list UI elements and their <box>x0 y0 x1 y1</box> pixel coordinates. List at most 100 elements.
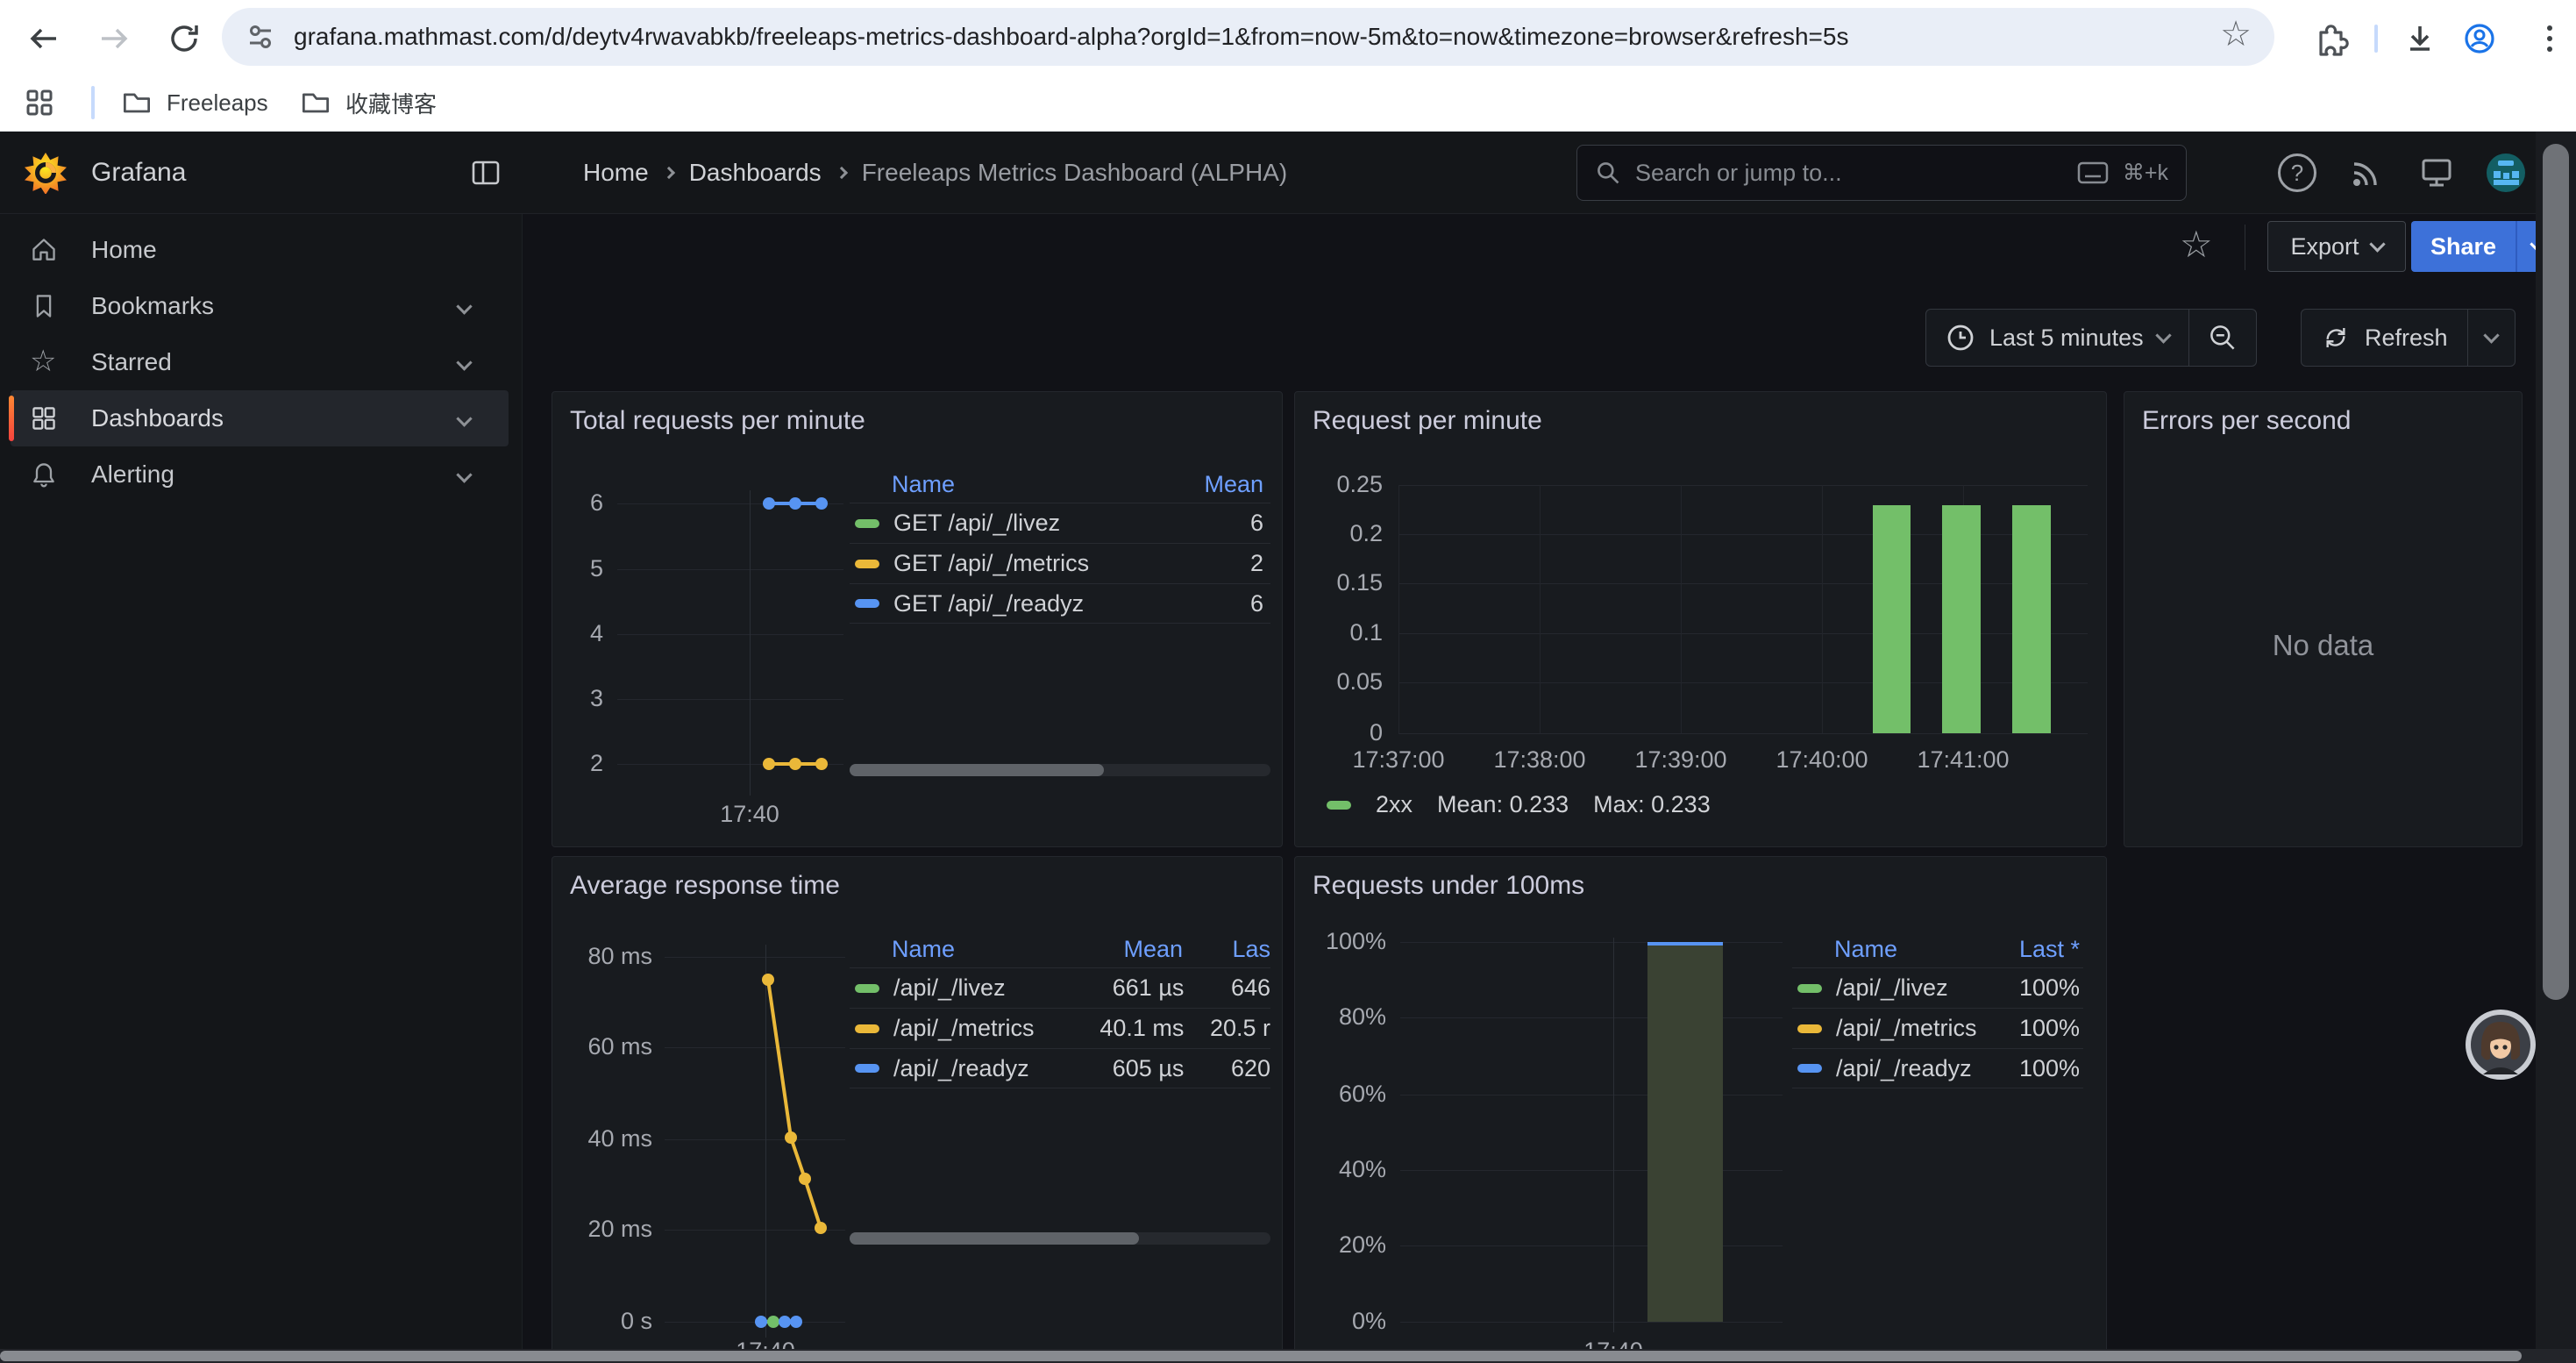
reload-icon[interactable] <box>165 19 203 58</box>
gridline <box>1398 633 2088 634</box>
series-name: /api/_/livez <box>1836 974 1948 1002</box>
url-bar[interactable]: grafana.mathmast.com/d/deytv4rwavabkb/fr… <box>222 8 2274 66</box>
legend-row[interactable]: GET /api/_/livez 6 <box>850 503 1270 543</box>
time-range-picker[interactable]: Last 5 minutes <box>1926 310 2188 366</box>
bar-2xx <box>2012 505 2051 733</box>
legend-header-mean[interactable]: Mean <box>1204 471 1263 498</box>
download-icon[interactable] <box>2401 19 2439 58</box>
panel-title[interactable]: Requests under 100ms <box>1313 871 1584 901</box>
kiosk-monitor-icon[interactable] <box>2417 153 2456 192</box>
series-last: 100% <box>2019 974 2080 1002</box>
x-tick: 17:39:00 <box>1611 746 1751 774</box>
star-icon: ☆ <box>30 348 58 376</box>
sidebar-item-starred[interactable]: ☆ Starred <box>11 334 509 390</box>
url-text[interactable]: grafana.mathmast.com/d/deytv4rwavabkb/fr… <box>294 23 2202 51</box>
x-tick: 17:40:00 <box>1752 746 1892 774</box>
legend-header-name[interactable]: Name <box>892 936 1086 963</box>
legend-scrollbar-thumb[interactable] <box>850 764 1104 776</box>
series-swatch <box>1327 801 1351 810</box>
series-swatch <box>1797 1064 1822 1073</box>
legend-header-mean[interactable]: Mean <box>1086 936 1183 963</box>
search-box[interactable]: Search or jump to... ⌘+k <box>1576 145 2187 201</box>
dashboards-grid-icon <box>30 404 58 432</box>
back-icon[interactable] <box>25 19 63 58</box>
tune-icon[interactable] <box>243 19 278 54</box>
legend-row[interactable]: /api/_/metrics 100% <box>1792 1008 2083 1048</box>
floating-assistant-avatar[interactable] <box>2466 1010 2536 1080</box>
gridline <box>1540 485 1541 733</box>
y-tick: 20% <box>1295 1231 1386 1259</box>
export-button[interactable]: Export <box>2267 221 2406 272</box>
y-tick: 40% <box>1295 1156 1386 1183</box>
grafana-logo[interactable] <box>25 152 67 194</box>
chevron-down-icon[interactable] <box>456 298 472 314</box>
grafana-header: Grafana Home Dashboards Freeleaps Metric… <box>0 132 2576 214</box>
panel-title[interactable]: Request per minute <box>1313 406 1542 436</box>
profile-icon[interactable] <box>2460 19 2499 58</box>
legend-row[interactable]: /api/_/metrics 40.1 ms 20.5 r <box>850 1008 1270 1048</box>
bookmark-star-icon[interactable]: ☆ <box>2220 14 2252 54</box>
horizontal-scrollbar-track[interactable] <box>0 1349 2576 1363</box>
legend-row[interactable]: /api/_/livez 661 µs 646 <box>850 967 1270 1008</box>
panel-title[interactable]: Errors per second <box>2142 406 2351 436</box>
bookmark-label: 收藏博客 <box>345 87 437 119</box>
panel-requests-under-100ms: Requests under 100ms 100% 80% 60% 40% 20… <box>1294 856 2107 1363</box>
legend-scrollbar <box>850 764 1270 776</box>
sidebar-toggle-icon[interactable] <box>470 157 502 189</box>
refresh-interval-button[interactable] <box>2468 310 2515 366</box>
sidebar-item-home[interactable]: Home <box>11 222 509 278</box>
sidebar-item-bookmarks[interactable]: Bookmarks <box>11 278 509 334</box>
series-name: /api/_/readyz <box>1836 1055 1972 1082</box>
vertical-scrollbar-thumb[interactable] <box>2543 144 2569 1000</box>
extensions-icon[interactable] <box>2310 19 2349 58</box>
legend-header-name[interactable]: Name <box>1834 936 1897 963</box>
menu-icon[interactable] <box>2530 19 2569 58</box>
breadcrumb-chevron-icon <box>836 167 848 179</box>
breadcrumb-home[interactable]: Home <box>583 159 649 187</box>
legend-table: Name Mean GET /api/_/livez 6 GET /api/_/… <box>850 466 1270 624</box>
refresh-button[interactable]: Refresh <box>2302 310 2467 366</box>
sidebar-item-label: Home <box>91 236 157 264</box>
series-mean: Mean: 0.233 <box>1437 791 1569 818</box>
legend-table: Name Last * /api/_/livez 100% /api/_/met… <box>1792 931 2083 1088</box>
legend-header-name[interactable]: Name <box>892 471 955 498</box>
news-rss-icon[interactable] <box>2347 153 2386 192</box>
legend-header-last[interactable]: Las <box>1183 936 1270 963</box>
breadcrumb-dashboards[interactable]: Dashboards <box>689 159 822 187</box>
favorite-star-icon[interactable]: ☆ <box>2180 223 2213 266</box>
series-name: 2xx <box>1376 791 1413 818</box>
vertical-scrollbar-track[interactable] <box>2536 132 2576 1363</box>
legend-row[interactable]: /api/_/readyz 100% <box>1792 1048 2083 1088</box>
x-tick: 17:41:00 <box>1893 746 2033 774</box>
horizontal-scrollbar-thumb[interactable] <box>0 1351 2522 1361</box>
chevron-down-icon[interactable] <box>456 410 472 426</box>
sidebar-item-alerting[interactable]: Alerting <box>11 446 509 503</box>
chevron-down-icon[interactable] <box>456 467 472 482</box>
legend-scrollbar-thumb[interactable] <box>850 1232 1139 1245</box>
zoom-out-button[interactable] <box>2189 310 2256 366</box>
sidebar-item-label: Bookmarks <box>91 292 214 320</box>
refresh-icon <box>2321 323 2351 353</box>
series-last: 646 <box>1184 974 1270 1002</box>
series-swatch <box>855 984 879 993</box>
help-icon[interactable]: ? <box>2278 153 2316 192</box>
legend-row[interactable]: GET /api/_/readyz 6 <box>850 583 1270 624</box>
sidebar-item-dashboards[interactable]: Dashboards <box>11 390 509 446</box>
legend[interactable]: 2xx Mean: 0.233 Max: 0.233 <box>1327 791 1711 818</box>
breadcrumb-chevron-icon <box>663 167 675 179</box>
folder-icon <box>298 85 333 120</box>
share-button[interactable]: Share <box>2411 221 2516 272</box>
legend-header-last[interactable]: Last * <box>2019 936 2080 963</box>
bookmark-folder-blogs[interactable]: 收藏博客 <box>298 84 437 121</box>
apps-grid-icon[interactable] <box>23 86 56 119</box>
series-swatch <box>855 1064 879 1073</box>
y-tick: 80% <box>1295 1003 1386 1031</box>
user-avatar[interactable] <box>2487 153 2525 192</box>
bookmark-folder-freeleaps[interactable]: Freeleaps <box>119 84 268 121</box>
series-max: Max: 0.233 <box>1593 791 1711 818</box>
legend-row[interactable]: /api/_/readyz 605 µs 620 <box>850 1048 1270 1088</box>
legend-row[interactable]: GET /api/_/metrics 2 <box>850 543 1270 583</box>
legend-row[interactable]: /api/_/livez 100% <box>1792 967 2083 1008</box>
chevron-down-icon[interactable] <box>456 354 472 370</box>
series-name: /api/_/metrics <box>1836 1015 1977 1042</box>
